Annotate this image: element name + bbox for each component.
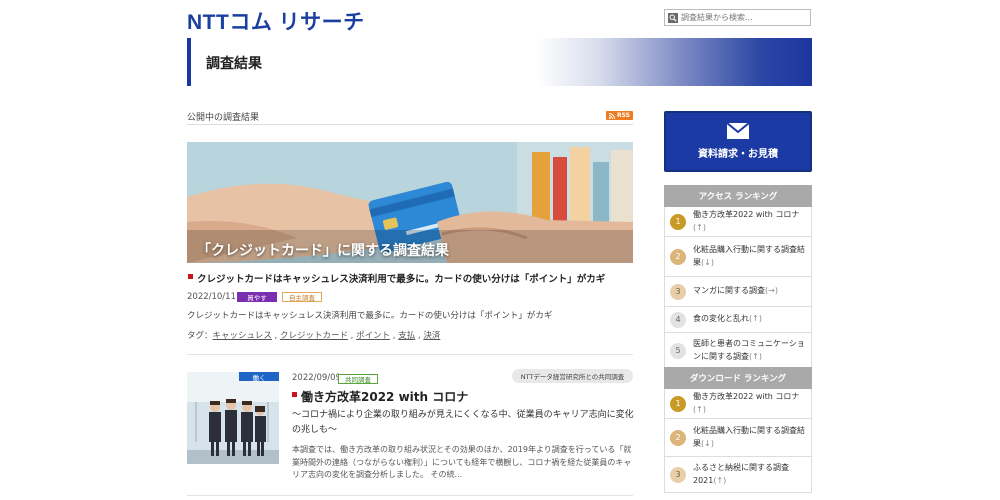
ranking-item[interactable]: 1 働き方改革2022 with コロナ(↑) xyxy=(665,389,811,419)
rss-button[interactable]: RSS xyxy=(606,111,633,120)
ranking-item[interactable]: 3 マンガに関する調査(→) xyxy=(665,277,811,307)
survey-type-badge[interactable]: 自主調査 xyxy=(282,292,322,302)
category-label[interactable]: 働く xyxy=(239,372,279,382)
bullet-icon xyxy=(292,392,297,397)
ranking-item-text[interactable]: 化粧品購入行動に関する調査結果(↓) xyxy=(693,425,805,450)
article-divider xyxy=(187,354,633,355)
ranking-item-text[interactable]: マンガに関する調査(→) xyxy=(693,285,778,298)
section-title: 公開中の調査結果 xyxy=(187,113,260,123)
rank-number: 4 xyxy=(670,311,686,328)
ranking-item[interactable]: 2 化粧品購入行動に関する調査結果(↓) xyxy=(665,419,811,457)
ranking-item[interactable]: 3 ふるさと納税に関する調査2021(↑) xyxy=(665,457,811,493)
request-quote-button[interactable]: 資料請求・お見積 xyxy=(664,111,812,172)
article-date: 2022/09/09 xyxy=(292,373,341,383)
survey-type-badge[interactable]: 共同調査 xyxy=(338,374,378,384)
featured-article-title[interactable]: クレジットカードはキャッシュレス決済利用で最多に。カードの使い分けは「ポイント」… xyxy=(197,271,605,285)
download-ranking-list: 1 働き方改革2022 with コロナ(↑) 2 化粧品購入行動に関する調査結… xyxy=(664,389,812,493)
ranking-item-text[interactable]: 食の変化と乱れ(↑) xyxy=(693,313,762,326)
banner-accent-bar xyxy=(187,38,191,86)
ranking-item[interactable]: 5 医師と患者のコミュニケーションに関する調査(↑) xyxy=(665,333,811,369)
article-divider xyxy=(187,495,633,496)
tag-link[interactable]: 支払 xyxy=(398,331,415,341)
rank-number: 5 xyxy=(670,342,686,359)
ranking-item[interactable]: 2 化粧品購入行動に関する調査結果(↓) xyxy=(665,237,811,277)
tag-list-label: タグ： xyxy=(187,331,213,341)
rank-number: 2 xyxy=(670,429,686,446)
tag-link[interactable]: クレジットカード xyxy=(280,331,348,341)
search-icon xyxy=(668,12,678,23)
rank-number: 2 xyxy=(670,248,686,265)
article-title[interactable]: 働き方改革2022 with コロナ xyxy=(301,388,468,405)
rank-number: 1 xyxy=(670,213,686,230)
download-ranking-header: ダウンロード ランキング xyxy=(664,367,812,389)
business-people-image xyxy=(187,372,279,464)
tag-link[interactable]: 決済 xyxy=(423,331,440,341)
site-logo[interactable]: NTTコム リサーチ xyxy=(187,6,365,36)
collaboration-badge: NTTデータ経営研究所との共同調査 xyxy=(512,369,633,383)
article-thumbnail[interactable] xyxy=(187,372,279,464)
rss-icon xyxy=(609,112,615,119)
page-title: 調査結果 xyxy=(206,56,262,72)
tag-link[interactable]: キャッシュレス xyxy=(213,331,272,341)
access-ranking-list: 1 働き方改革2022 with コロナ(↑) 2 化粧品購入行動に関する調査結… xyxy=(664,207,812,369)
page-banner xyxy=(187,38,812,86)
ranking-item-text[interactable]: 働き方改革2022 with コロナ(↑) xyxy=(693,391,805,416)
ranking-item-text[interactable]: 働き方改革2022 with コロナ(↑) xyxy=(693,209,805,234)
article-body: 本調査では、働き方改革の取り組み状況とその効果のほか、2019年より調査を行って… xyxy=(292,445,632,479)
rss-label: RSS xyxy=(617,112,630,119)
featured-image-caption[interactable]: 「クレジットカード」に関する調査結果 xyxy=(197,240,449,260)
search-input[interactable] xyxy=(681,13,806,22)
rank-number: 1 xyxy=(670,395,686,412)
ranking-item[interactable]: 4 食の変化と乱れ(↑) xyxy=(665,307,811,333)
section-divider xyxy=(187,124,633,125)
tag-list: タグ：キャッシュレス , クレジットカード , ポイント , 支払 , 決済 xyxy=(187,331,441,341)
rank-number: 3 xyxy=(670,283,686,300)
ranking-item-text[interactable]: ふるさと納税に関する調査2021(↑) xyxy=(693,462,805,487)
envelope-icon xyxy=(727,123,749,139)
search-box[interactable] xyxy=(664,9,811,26)
rank-number: 3 xyxy=(670,466,686,483)
ranking-item-text[interactable]: 化粧品購入行動に関する調査結果(↓) xyxy=(693,244,805,269)
request-quote-label: 資料請求・お見積 xyxy=(698,149,778,160)
category-badge[interactable]: 買やす xyxy=(237,292,277,302)
featured-article-summary: クレジットカードはキャッシュレス決済利用で最多に。カードの使い分けは「ポイント」… xyxy=(187,311,553,321)
ranking-item[interactable]: 1 働き方改革2022 with コロナ(↑) xyxy=(665,207,811,237)
featured-article-date: 2022/10/11 xyxy=(187,292,236,302)
ranking-item-text[interactable]: 医師と患者のコミュニケーションに関する調査(↑) xyxy=(693,338,805,363)
access-ranking-header: アクセス ランキング xyxy=(664,185,812,207)
bullet-icon xyxy=(188,274,193,279)
article-subtitle: 〜コロナ禍により企業の取り組みが見えにくくなる中、従業員のキャリア志向に変化の兆… xyxy=(292,410,634,435)
tag-link[interactable]: ポイント xyxy=(356,331,390,341)
